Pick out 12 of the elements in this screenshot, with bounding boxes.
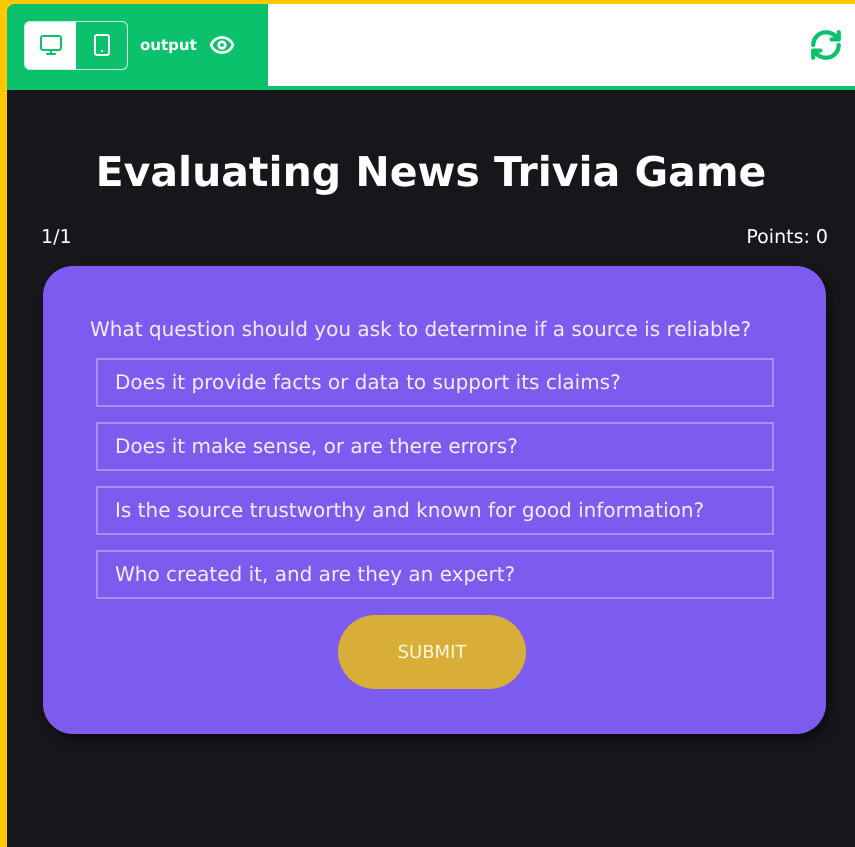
answer-option[interactable]: Is the source trustworthy and known for good information? (96, 486, 774, 535)
answer-option[interactable]: Does it make sense, or are there errors? (96, 422, 774, 471)
answer-option[interactable]: Who created it, and are they an expert? (96, 550, 774, 599)
refresh-icon[interactable] (809, 28, 843, 62)
desktop-view-button[interactable] (25, 22, 76, 68)
points-counter: Points: 0 (746, 226, 828, 248)
answer-option[interactable]: Does it provide facts or data to support its claims? (96, 358, 774, 407)
output-label: output (140, 36, 197, 54)
question-text: What question should you ask to determine if a source is reliable? (90, 316, 752, 343)
desktop-icon (38, 33, 62, 57)
game-title: Evaluating News Trivia Game (94, 148, 768, 196)
question-counter: 1/1 (41, 226, 72, 248)
